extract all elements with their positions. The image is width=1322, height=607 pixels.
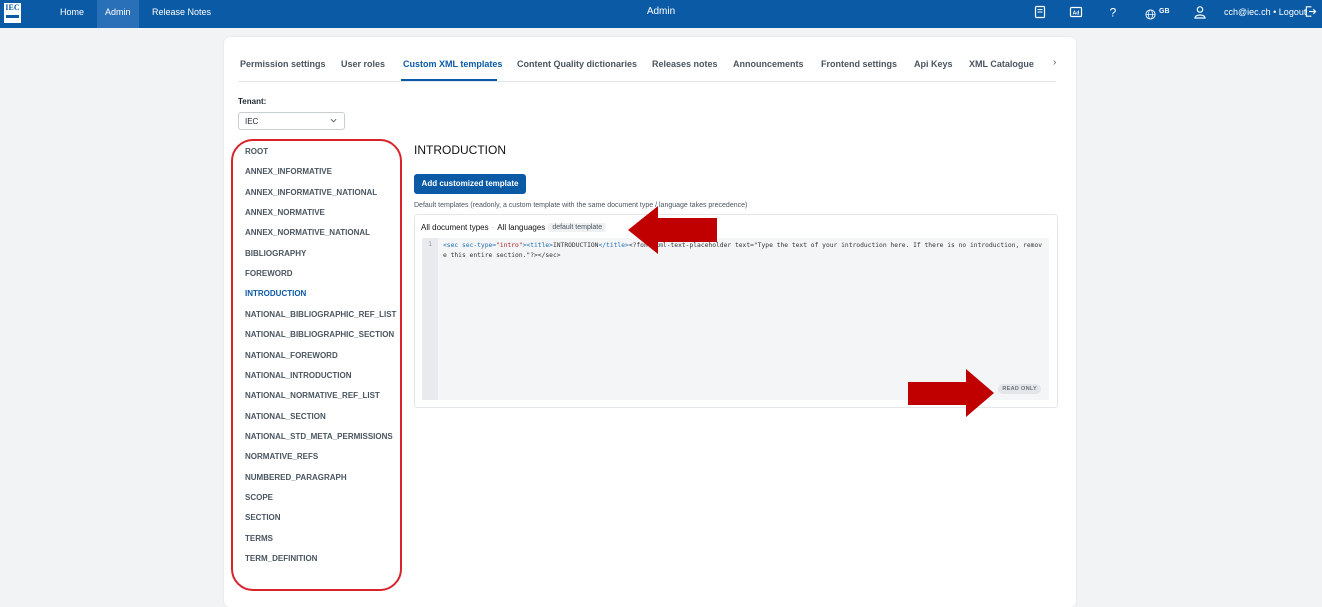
admin-card: Permission settings User roles Custom XM… [224, 37, 1076, 607]
svg-text:?: ? [1110, 6, 1117, 20]
tree-item-scope[interactable]: SCOPE [245, 493, 273, 502]
tree-item-terms[interactable]: TERMS [245, 534, 273, 543]
code-token: "intro" [496, 242, 523, 249]
default-template-badge: default template [548, 223, 607, 232]
tree-item-national-bibliographic-ref-list[interactable]: NATIONAL_BIBLIOGRAPHIC_REF_LIST [245, 310, 396, 319]
code-token: ?></sec> [530, 252, 561, 259]
tree-item-normative-refs[interactable]: NORMATIVE_REFS [245, 452, 318, 461]
tree-item-national-std-meta-permissions[interactable]: NATIONAL_STD_META_PERMISSIONS [245, 432, 393, 441]
tree-item-national-bibliographic-section[interactable]: NATIONAL_BIBLIOGRAPHIC_SECTION [245, 330, 394, 339]
tree-item-root[interactable]: ROOT [245, 147, 268, 156]
active-tab-indicator [401, 79, 497, 81]
code-token: <sec sec-type= [443, 242, 497, 249]
tree-item-national-section[interactable]: NATIONAL_SECTION [245, 412, 326, 421]
tree-item-annex-normative-national[interactable]: ANNEX_NORMATIVE_NATIONAL [245, 228, 370, 237]
top-navigation-bar: IEC Home Admin Release Notes Admin Ad ? … [0, 0, 1322, 28]
tenant-value: IEC [245, 117, 259, 126]
tab-frontend-settings[interactable]: Frontend settings [821, 59, 897, 69]
tab-releases-notes[interactable]: Releases notes [652, 59, 718, 69]
tree-item-foreword[interactable]: FOREWORD [245, 269, 293, 278]
tenant-select[interactable]: IEC [238, 112, 345, 130]
document-types-label: All document types [421, 223, 489, 232]
annotation-outline [231, 139, 402, 591]
code-token: ><title> [522, 242, 553, 249]
annotation-arrow-right-icon [908, 369, 994, 417]
template-title: INTRODUCTION [414, 143, 506, 157]
tree-item-section[interactable]: SECTION [245, 513, 281, 522]
admin-tabs: Permission settings User roles Custom XM… [238, 53, 1056, 82]
nav-home[interactable]: Home [60, 0, 84, 28]
code-content: <sec sec-type="intro"><title>INTRODUCTIO… [443, 241, 1043, 261]
svg-text:Ad: Ad [1073, 11, 1080, 17]
languages-label: All languages [497, 223, 546, 232]
chevron-down-icon [330, 113, 337, 131]
tenant-label: Tenant: [238, 97, 267, 106]
tabs-next-chevron-icon[interactable]: › [1053, 57, 1056, 68]
tree-item-national-introduction[interactable]: NATIONAL_INTRODUCTION [245, 371, 352, 380]
language-selector[interactable]: GB [1145, 0, 1170, 24]
user-logout-link[interactable]: cch@iec.ch • Logout [1224, 0, 1306, 24]
logout-icon[interactable] [1304, 5, 1317, 18]
read-only-badge: READ ONLY [998, 384, 1041, 394]
tab-api-keys[interactable]: Api Keys [914, 59, 953, 69]
iec-logo[interactable]: IEC [4, 3, 21, 23]
meta-separator: · [491, 223, 495, 232]
tree-item-bibliography[interactable]: BIBLIOGRAPHY [245, 249, 306, 258]
template-meta: All document types · All languages defau… [421, 223, 607, 232]
annotation-arrow-left-icon [628, 206, 717, 254]
add-customized-template-button[interactable]: Add customized template [414, 174, 526, 194]
language-code: GB [1159, 8, 1170, 15]
code-token: </title> [598, 242, 629, 249]
tree-item-introduction[interactable]: INTRODUCTION [245, 289, 306, 298]
tab-custom-xml-templates[interactable]: Custom XML templates [403, 59, 502, 69]
code-token: INTRODUCTION [552, 242, 599, 249]
ad-icon[interactable]: Ad [1069, 5, 1083, 19]
tab-permission-settings[interactable]: Permission settings [240, 59, 326, 69]
tree-item-annex-normative[interactable]: ANNEX_NORMATIVE [245, 208, 325, 217]
tree-item-term-definition[interactable]: TERM_DEFINITION [245, 554, 317, 563]
globe-icon [1145, 7, 1156, 20]
book-icon[interactable] [1033, 5, 1047, 19]
tab-xml-catalogue[interactable]: XML Catalogue [969, 59, 1034, 69]
tree-item-annex-informative-national[interactable]: ANNEX_INFORMATIVE_NATIONAL [245, 188, 377, 197]
tree-item-national-normative-ref-list[interactable]: NATIONAL_NORMATIVE_REF_LIST [245, 391, 380, 400]
tab-content-quality-dictionaries[interactable]: Content Quality dictionaries [517, 59, 637, 69]
help-icon[interactable]: ? [1106, 5, 1120, 20]
line-number-gutter: 1 [422, 238, 438, 400]
tree-item-numbered-paragraph[interactable]: NUMBERED_PARAGRAPH [245, 473, 347, 482]
tab-user-roles[interactable]: User roles [341, 59, 385, 69]
tab-announcements[interactable]: Announcements [733, 59, 804, 69]
user-icon[interactable] [1193, 5, 1207, 19]
nav-release-notes[interactable]: Release Notes [152, 0, 211, 28]
tree-item-national-foreword[interactable]: NATIONAL_FOREWORD [245, 351, 338, 360]
tree-item-annex-informative[interactable]: ANNEX_INFORMATIVE [245, 167, 332, 176]
nav-admin[interactable]: Admin [97, 0, 139, 28]
